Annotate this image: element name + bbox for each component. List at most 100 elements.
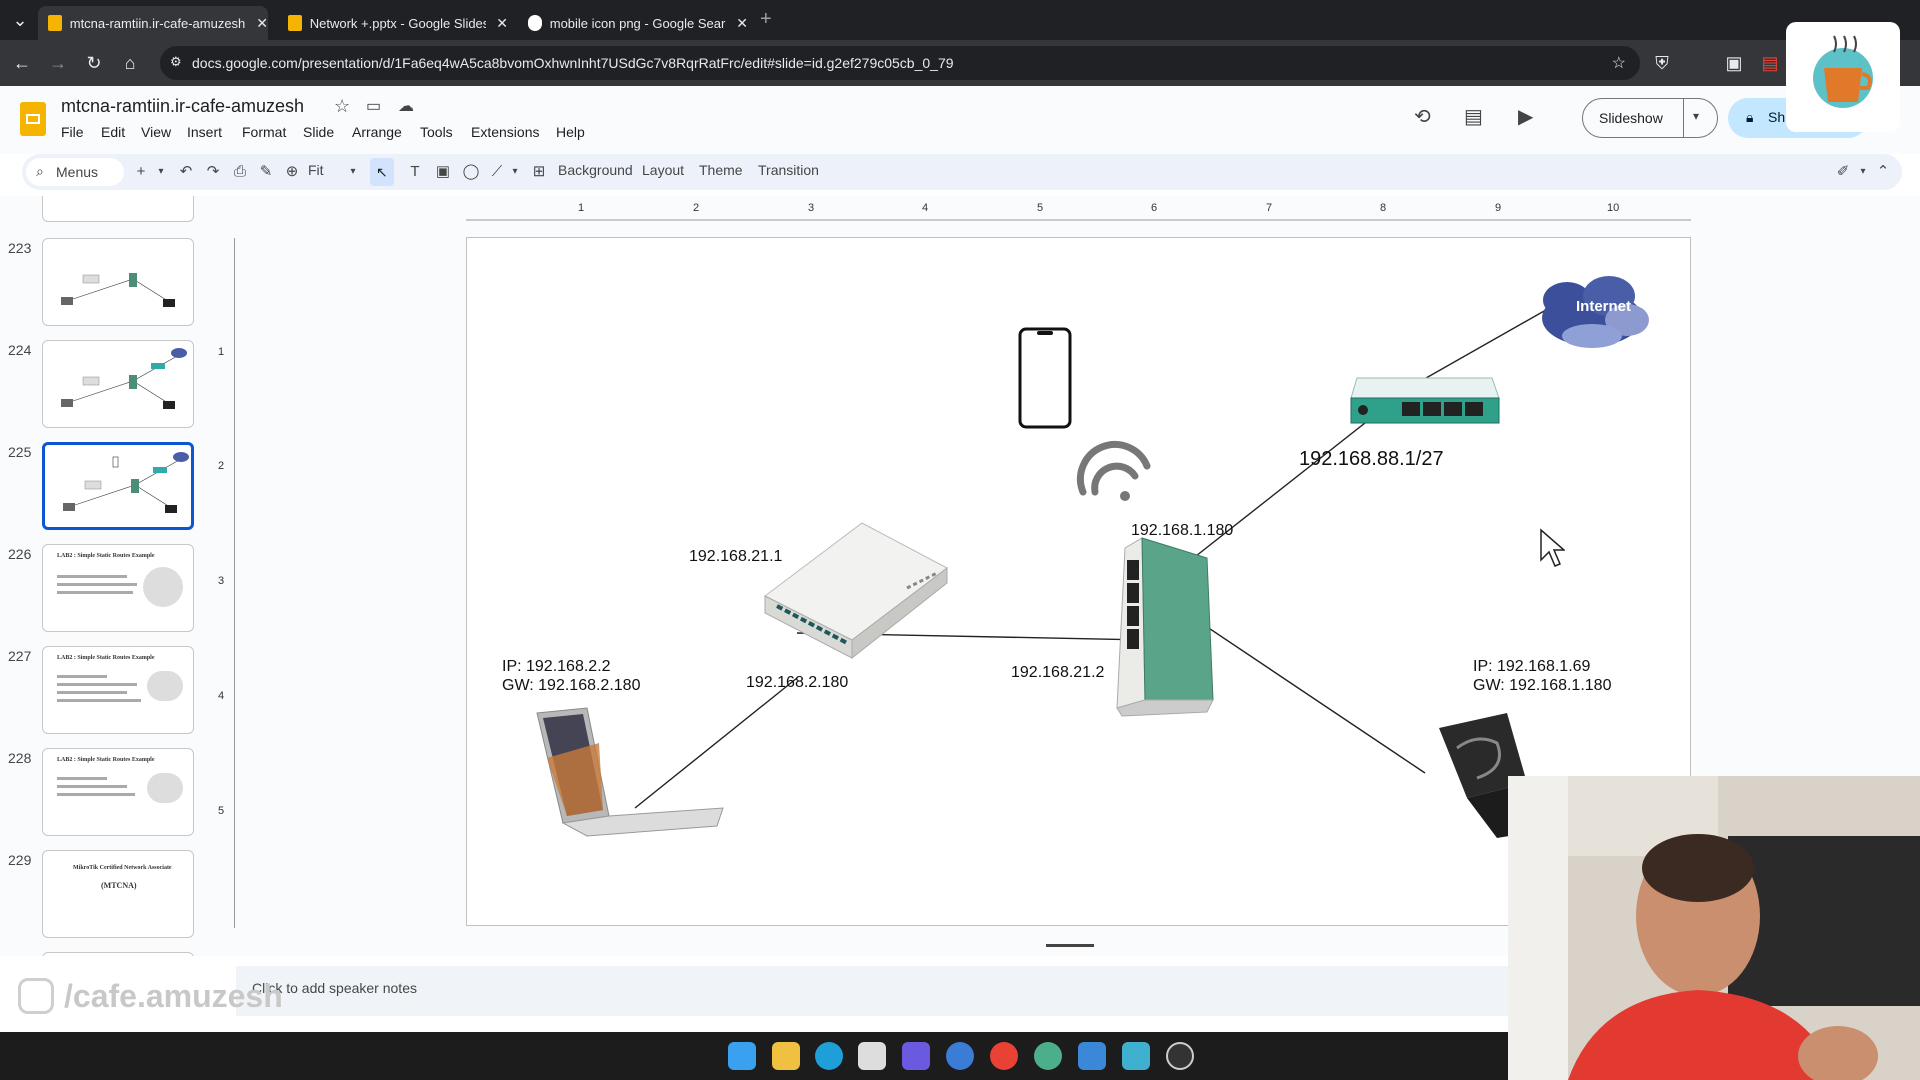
- zoom-icon[interactable]: ⊕: [283, 163, 301, 181]
- extension-shield-icon[interactable]: ⛨: [1650, 51, 1674, 75]
- slide-thumbnail-226[interactable]: LAB2 : Simple Static Routes Example: [42, 544, 194, 632]
- menu-format[interactable]: Format: [242, 124, 286, 140]
- text-box-icon[interactable]: T: [406, 163, 424, 181]
- thumbnail-text-line: [57, 777, 107, 780]
- wan-ip-label: 192.168.88.1/27: [1299, 448, 1444, 470]
- browser-tab-3[interactable]: mobile icon png - Google Search ✕: [518, 6, 748, 40]
- layout-button[interactable]: Layout: [642, 162, 684, 178]
- browser-tab-2[interactable]: Network +.pptx - Google Slides ✕: [278, 6, 508, 40]
- line-icon[interactable]: ⟋: [488, 163, 506, 181]
- extension-icon[interactable]: ▣: [1722, 51, 1746, 75]
- menu-insert[interactable]: Insert: [187, 124, 222, 140]
- move-folder-icon[interactable]: ▭: [366, 96, 381, 116]
- thumbnail-text-line: [57, 575, 127, 578]
- image-icon[interactable]: ▣: [434, 163, 452, 181]
- slide-thumbnail[interactable]: [42, 952, 194, 956]
- print-icon[interactable]: ⎙: [231, 163, 249, 181]
- document-title[interactable]: mtcna-ramtiin.ir-cafe-amuzesh: [61, 96, 304, 117]
- reload-icon[interactable]: ↻: [82, 51, 106, 75]
- monitor-app-icon[interactable]: [1122, 1042, 1150, 1070]
- slide-thumbnail-229[interactable]: MikroTik Certified Network Associate (MT…: [42, 850, 194, 938]
- tab-search-chevron-icon[interactable]: ⌄: [8, 8, 32, 32]
- thumbnail-diagram-icon: [63, 452, 189, 513]
- version-history-icon[interactable]: ⟲: [1414, 104, 1431, 129]
- laptop-right-ip-label: IP: 192.168.1.69: [1473, 658, 1591, 675]
- zoom-select[interactable]: Fit: [308, 162, 324, 178]
- menu-edit[interactable]: Edit: [101, 124, 125, 140]
- slide-thumbnail-225-selected[interactable]: [42, 442, 194, 530]
- slide-thumbnail-227[interactable]: LAB2 : Simple Static Routes Example: [42, 646, 194, 734]
- chevron-down-icon[interactable]: ▾: [152, 163, 170, 181]
- transition-button[interactable]: Transition: [758, 162, 819, 178]
- background-button[interactable]: Background: [558, 162, 633, 178]
- slide-thumbnail[interactable]: [42, 196, 194, 222]
- menu-slide[interactable]: Slide: [303, 124, 334, 140]
- menu-tools[interactable]: Tools: [420, 124, 453, 140]
- paint-format-icon[interactable]: ✎: [257, 163, 275, 181]
- home-icon[interactable]: ⌂: [118, 51, 142, 75]
- menu-file[interactable]: File: [61, 124, 84, 140]
- undo-icon[interactable]: ↶: [177, 163, 195, 181]
- slide-thumbnail-228[interactable]: LAB2 : Simple Static Routes Example: [42, 748, 194, 836]
- cloud-status-icon[interactable]: ☁: [398, 96, 414, 116]
- laptop-right-gw-label: GW: 192.168.1.180: [1473, 677, 1612, 694]
- comments-icon[interactable]: ▤: [1464, 104, 1483, 129]
- extension-flag-icon[interactable]: ▤: [1758, 51, 1782, 75]
- edge-icon[interactable]: [815, 1042, 843, 1070]
- theme-button[interactable]: Theme: [699, 162, 743, 178]
- collapse-toolbar-icon[interactable]: ⌃: [1874, 163, 1892, 181]
- notepad-icon[interactable]: [1078, 1042, 1106, 1070]
- back-icon[interactable]: ←: [10, 51, 34, 75]
- app-icon[interactable]: [946, 1042, 974, 1070]
- close-icon[interactable]: ✕: [496, 15, 508, 32]
- switch-ip-bottom-label: 192.168.2.180: [746, 674, 849, 691]
- new-tab-button[interactable]: +: [760, 8, 772, 31]
- ruler-mark: 4: [218, 690, 225, 702]
- bookmark-star-icon[interactable]: ☆: [1612, 53, 1626, 73]
- menu-arrange[interactable]: Arrange: [352, 124, 402, 140]
- slide-number: 224: [8, 342, 32, 358]
- speaker-notes[interactable]: Click to add speaker notes: [236, 966, 1536, 1016]
- tab-title: Network +.pptx - Google Slides: [309, 15, 487, 31]
- recorder-icon[interactable]: [1166, 1042, 1194, 1070]
- meet-camera-icon[interactable]: ▶: [1518, 104, 1533, 129]
- forward-icon[interactable]: →: [46, 51, 70, 75]
- slideshow-button[interactable]: Slideshow ▾: [1582, 98, 1718, 138]
- menu-search-label: Menus: [56, 164, 99, 180]
- menu-search[interactable]: ⌕ Menus: [26, 158, 124, 186]
- file-explorer-icon[interactable]: [772, 1042, 800, 1070]
- select-tool[interactable]: ↖: [370, 158, 394, 186]
- chevron-down-icon[interactable]: ▾: [1693, 109, 1699, 123]
- comment-add-icon[interactable]: ⊞: [530, 163, 548, 181]
- chevron-down-icon[interactable]: ▾: [506, 163, 524, 181]
- star-icon[interactable]: ☆: [334, 96, 350, 117]
- browser-toolbar: ← → ↻ ⌂ ⚙ docs.google.com/presentation/d…: [0, 40, 1920, 86]
- chevron-down-icon[interactable]: ▾: [1854, 163, 1872, 181]
- shape-icon[interactable]: ◯: [462, 163, 480, 181]
- close-icon[interactable]: ✕: [256, 15, 268, 32]
- menu-view[interactable]: View: [141, 124, 171, 140]
- notes-resize-handle[interactable]: [1046, 944, 1094, 947]
- copilot-icon[interactable]: [902, 1042, 930, 1070]
- pen-mode-icon[interactable]: ✐: [1834, 163, 1852, 181]
- store-icon[interactable]: [858, 1042, 886, 1070]
- ruler-mark: 3: [808, 202, 815, 214]
- wan-router-icon: [1350, 377, 1500, 424]
- start-icon[interactable]: [728, 1042, 756, 1070]
- slides-logo-icon[interactable]: [20, 102, 46, 136]
- chrome-icon[interactable]: [990, 1042, 1018, 1070]
- slide-thumbnail-224[interactable]: [42, 340, 194, 428]
- divider: [1683, 99, 1684, 137]
- new-slide-plus-icon[interactable]: +: [132, 163, 150, 181]
- internet-label: Internet: [1576, 298, 1632, 315]
- site-info-icon[interactable]: ⚙: [170, 54, 182, 70]
- redo-icon[interactable]: ↷: [204, 163, 222, 181]
- globe-app-icon[interactable]: [1034, 1042, 1062, 1070]
- menu-extensions[interactable]: Extensions: [471, 124, 539, 140]
- close-icon[interactable]: ✕: [736, 15, 748, 32]
- slide-thumbnail-223[interactable]: [42, 238, 194, 326]
- address-bar[interactable]: ⚙ docs.google.com/presentation/d/1Fa6eq4…: [160, 46, 1640, 80]
- browser-tab-1[interactable]: mtcna-ramtiin.ir-cafe-amuzesh ✕: [38, 6, 268, 40]
- menu-help[interactable]: Help: [556, 124, 585, 140]
- chevron-down-icon[interactable]: ▾: [344, 163, 362, 181]
